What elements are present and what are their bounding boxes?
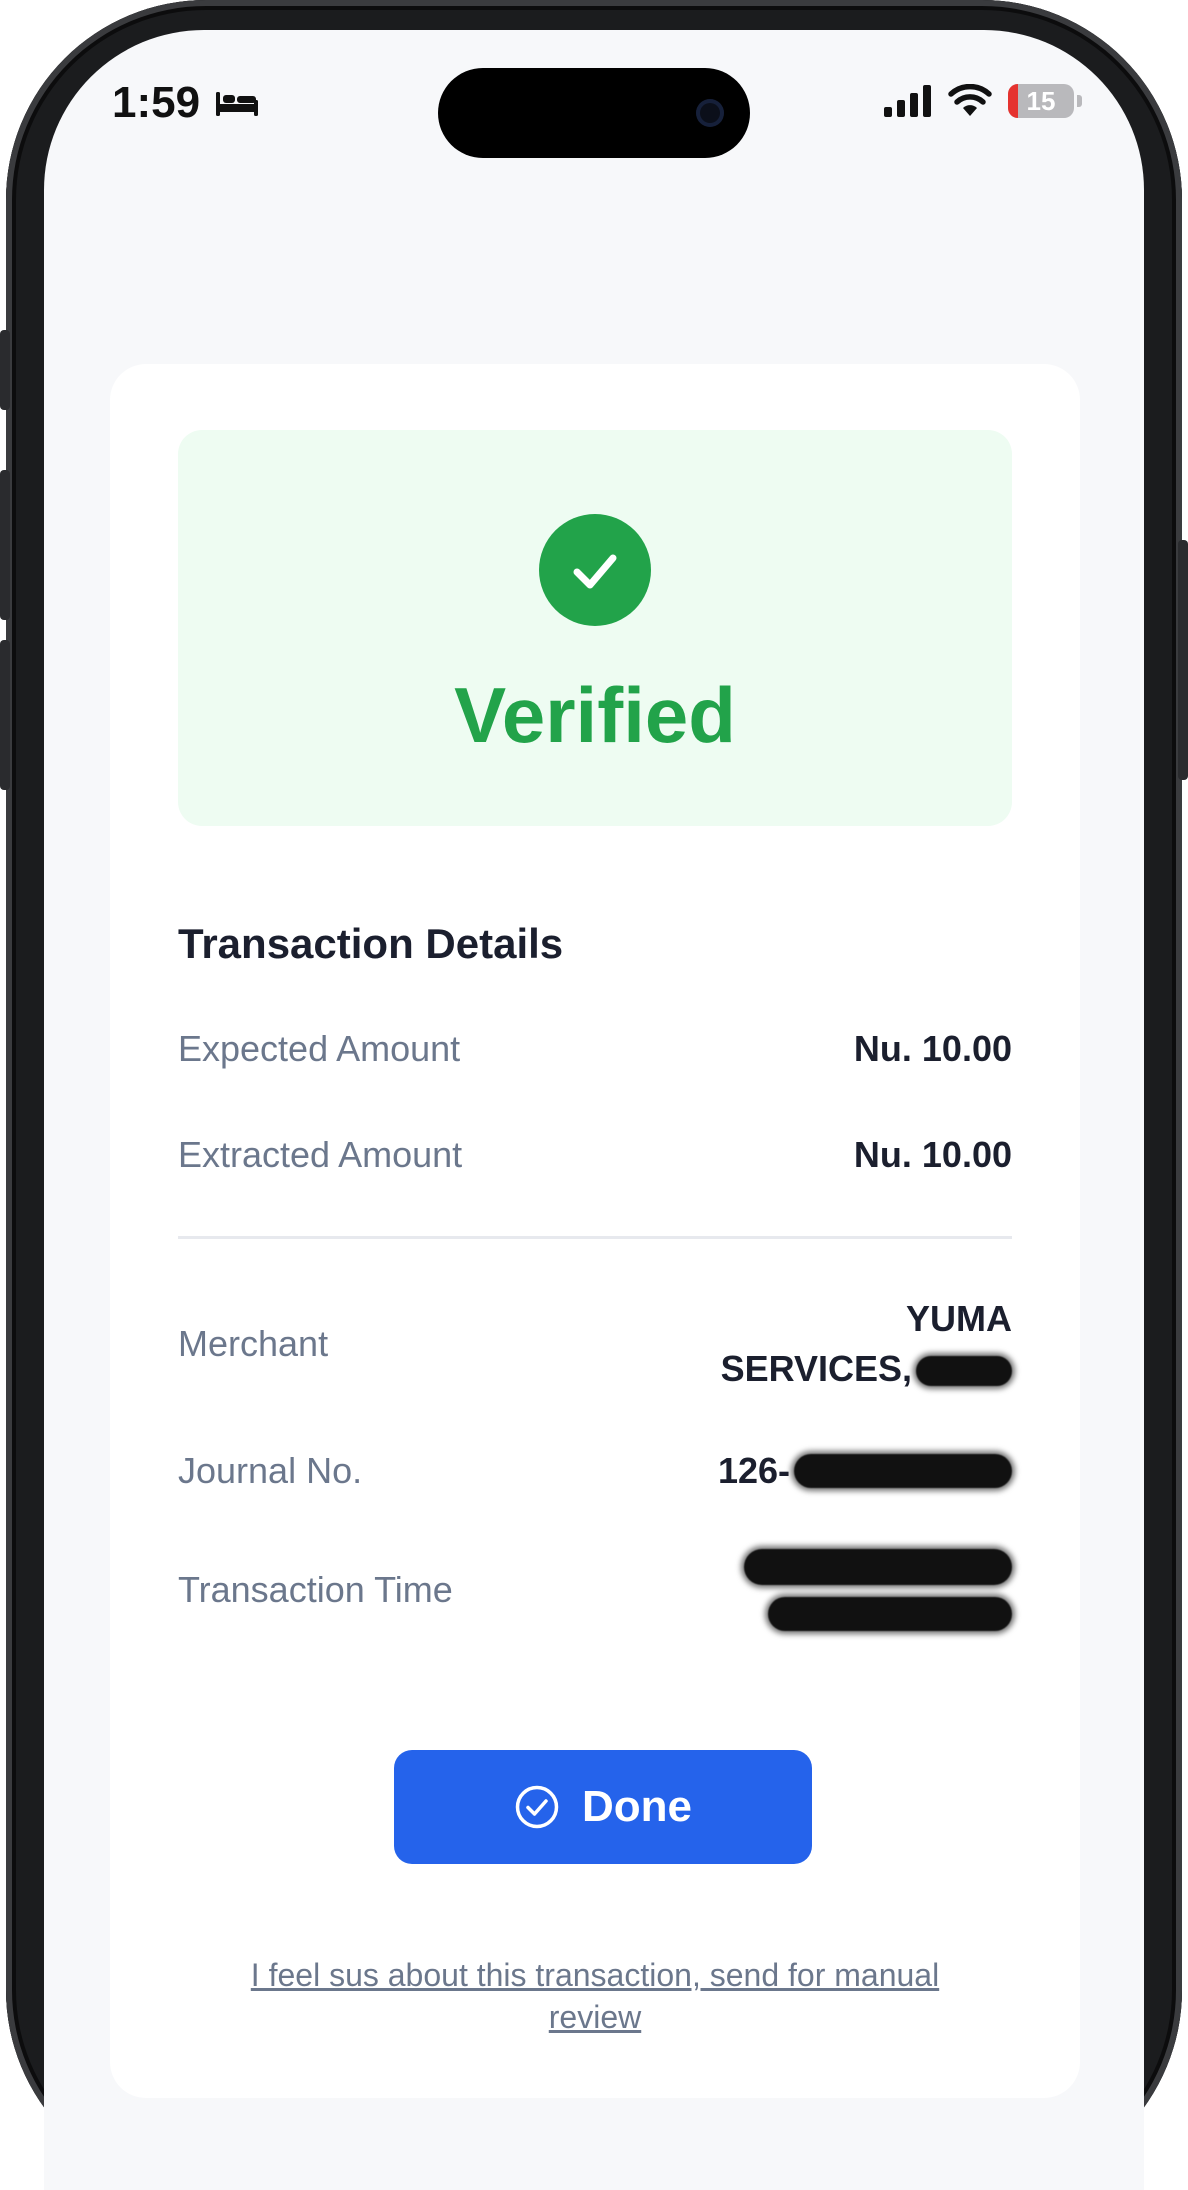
merchant-value-line1: YUMA bbox=[906, 1298, 1012, 1339]
time-text: 1:59 bbox=[112, 78, 201, 127]
verification-card: Verified Transaction Details Expected Am… bbox=[110, 364, 1080, 2098]
expected-amount-label: Expected Amount bbox=[178, 1028, 461, 1069]
transaction-time-redaction-2 bbox=[768, 1597, 1012, 1631]
journal-row: Journal No. 126- bbox=[178, 1450, 1012, 1492]
action-button bbox=[0, 330, 10, 410]
wifi-icon bbox=[948, 84, 992, 116]
volume-down-button bbox=[0, 640, 10, 790]
extracted-amount-label: Extracted Amount bbox=[178, 1134, 463, 1175]
power-button bbox=[1178, 540, 1188, 780]
extracted-amount-row: Extracted Amount Nu. 10.00 bbox=[178, 1134, 1012, 1176]
status-time: 1:59 bbox=[112, 78, 260, 128]
verified-status-text: Verified bbox=[454, 671, 736, 759]
transaction-time-value bbox=[744, 1549, 1012, 1631]
volume-up-button bbox=[0, 470, 10, 620]
cellular-signal-icon bbox=[884, 85, 931, 117]
battery-icon: 15 bbox=[1008, 84, 1074, 118]
journal-label: Journal No. bbox=[178, 1450, 363, 1491]
transaction-time-redaction-1 bbox=[744, 1549, 1012, 1585]
expected-amount-row: Expected Amount Nu. 10.00 bbox=[178, 1028, 1012, 1070]
merchant-row: Merchant YUMA SERVICES, bbox=[178, 1294, 1012, 1394]
manual-review-link[interactable]: I feel sus about this transaction, send … bbox=[230, 1954, 960, 2038]
journal-redaction bbox=[794, 1454, 1012, 1488]
check-circle-outline-icon bbox=[515, 1785, 559, 1829]
transaction-time-label: Transaction Time bbox=[178, 1569, 453, 1610]
checkmark-icon bbox=[573, 554, 617, 589]
verified-banner: Verified bbox=[178, 430, 1012, 826]
camera-icon bbox=[696, 99, 724, 127]
merchant-value-line2: SERVICES, bbox=[720, 1348, 912, 1389]
status-indicators: 15 bbox=[884, 84, 1082, 118]
done-button-label: Done bbox=[582, 1782, 692, 1831]
battery-indicator: 15 bbox=[1008, 84, 1082, 118]
done-button[interactable]: Done bbox=[394, 1750, 812, 1864]
transaction-details-title: Transaction Details bbox=[178, 920, 564, 967]
battery-level: 15 bbox=[1026, 85, 1056, 116]
extracted-amount-value: Nu. 10.00 bbox=[853, 1134, 1012, 1175]
sleep-focus-icon bbox=[216, 92, 259, 116]
screen: 1:59 15 Verified Transaction Details Exp… bbox=[44, 30, 1144, 2190]
merchant-label: Merchant bbox=[178, 1323, 329, 1364]
transaction-time-row: Transaction Time bbox=[178, 1540, 1012, 1640]
journal-value: 126- bbox=[718, 1450, 1012, 1492]
expected-amount-value: Nu. 10.00 bbox=[853, 1028, 1012, 1069]
merchant-redaction bbox=[916, 1356, 1012, 1387]
journal-value-prefix: 126- bbox=[717, 1450, 790, 1491]
device: 1:59 15 Verified Transaction Details Exp… bbox=[0, 0, 1188, 2190]
merchant-value: YUMA SERVICES, bbox=[721, 1294, 1012, 1394]
dynamic-island bbox=[438, 68, 750, 158]
details-divider bbox=[178, 1236, 1012, 1239]
check-circle-icon bbox=[539, 514, 651, 626]
status-bar: 1:59 15 bbox=[44, 30, 1144, 160]
